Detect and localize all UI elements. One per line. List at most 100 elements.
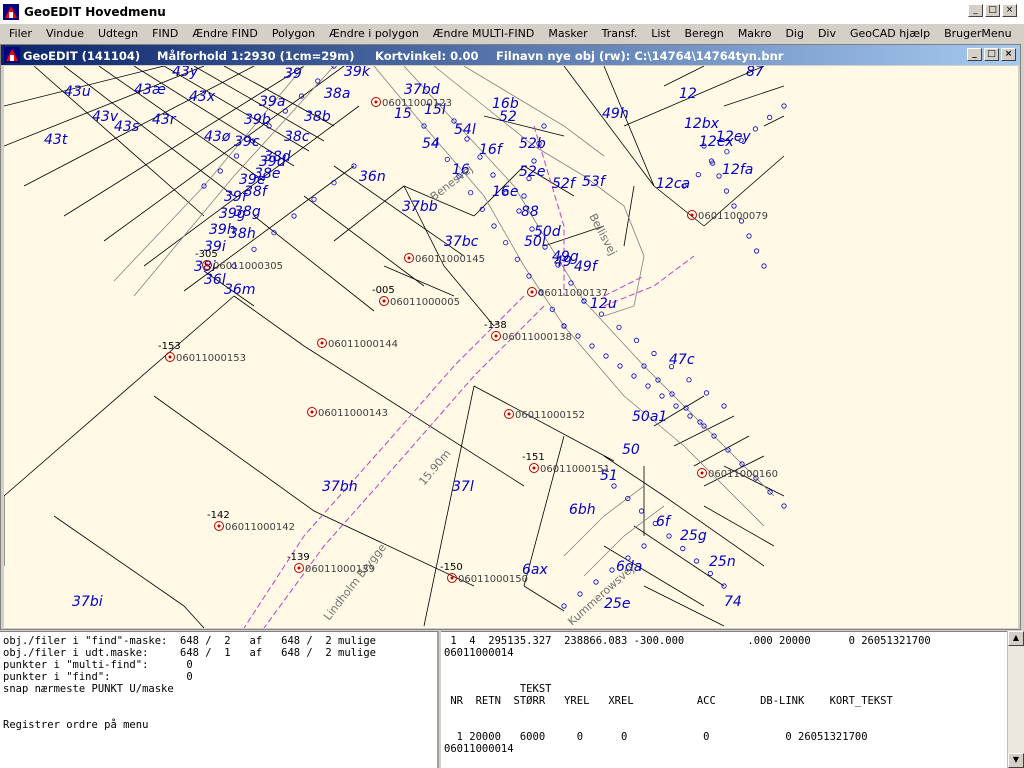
parcel-label: 37l bbox=[452, 479, 474, 495]
survey-point[interactable]: 06011000143 bbox=[307, 407, 389, 420]
parcel-label: 52 bbox=[499, 109, 517, 125]
parcel-label: 36n bbox=[359, 169, 386, 185]
menu-item[interactable]: Polygon bbox=[265, 27, 322, 40]
survey-point[interactable]: 06011000153-153 bbox=[158, 341, 246, 364]
vertex-point bbox=[651, 350, 657, 357]
log-line: punkter i "find": 0 bbox=[3, 671, 193, 683]
survey-point[interactable]: 06011000151-151 bbox=[522, 452, 610, 475]
menu-item[interactable]: Udtegn bbox=[91, 27, 145, 40]
vertex-point bbox=[686, 377, 692, 383]
survey-point[interactable]: 06011000079 bbox=[687, 210, 769, 223]
menu-item[interactable]: GeoCAD hjælp bbox=[843, 27, 937, 40]
vertex-point bbox=[707, 570, 713, 577]
survey-point-id: 06011000144 bbox=[328, 339, 398, 350]
child-close-icon[interactable]: × bbox=[1001, 48, 1016, 61]
menu-item[interactable]: Beregn bbox=[677, 27, 730, 40]
scroll-down-icon[interactable]: ▼ bbox=[1008, 753, 1024, 768]
vertex-point bbox=[531, 158, 537, 164]
menu-item[interactable]: FIND bbox=[145, 27, 185, 40]
survey-point-id: 06011000145 bbox=[415, 254, 485, 265]
survey-point-code: -153 bbox=[158, 341, 181, 352]
menu-item[interactable]: Ændre i polygon bbox=[322, 27, 426, 40]
menu-item[interactable]: Vindue bbox=[39, 27, 91, 40]
info-scrollbar[interactable]: ▲ ▼ bbox=[1007, 631, 1024, 768]
map-canvas[interactable]: 43u 43v 43t 43s 43r 43y 43x 43æ 43ø 39 39a 39b 39c 39… bbox=[4, 66, 1018, 628]
close-icon[interactable]: × bbox=[1002, 4, 1017, 17]
vertex-point bbox=[575, 333, 581, 339]
menu-item[interactable]: Div bbox=[811, 27, 843, 40]
vertex-point bbox=[761, 263, 767, 269]
vertex-point bbox=[723, 188, 730, 194]
vertex-point bbox=[541, 123, 547, 129]
map-drawing[interactable]: 43u43v43t43s 43r43y43x43æ43ø3939a39b39c39… bbox=[4, 66, 1018, 628]
parcel-label: 36m bbox=[224, 282, 255, 298]
survey-point[interactable]: 06011000150-150 bbox=[440, 562, 528, 585]
parcel-label: 38h bbox=[229, 226, 256, 242]
survey-point-dot bbox=[690, 213, 694, 217]
status-log-pane: obj./filer i "find"-maske: 648 / 2 af 64… bbox=[0, 631, 439, 768]
survey-point[interactable]: 06011000144 bbox=[317, 338, 399, 351]
parcel-label: 49h bbox=[602, 106, 629, 122]
child-maximize-icon[interactable]: □ bbox=[984, 48, 999, 61]
parcel-label: 52b bbox=[519, 136, 546, 152]
parcel-label: 12fa bbox=[722, 162, 753, 178]
child-minimize-icon[interactable]: _ bbox=[967, 48, 982, 61]
parcel-label: 39k bbox=[344, 66, 371, 80]
survey-point-dot bbox=[374, 100, 378, 104]
survey-point[interactable]: 06011000152 bbox=[504, 409, 586, 422]
parcel-label: 54 bbox=[422, 136, 440, 152]
scroll-up-icon[interactable]: ▲ bbox=[1008, 631, 1024, 646]
log-line: 06011000014 bbox=[444, 743, 514, 755]
log-line: 1 20000 6000 0 0 0 0 26051321700 bbox=[444, 731, 868, 743]
menu-item[interactable]: Ændre MULTI-FIND bbox=[426, 27, 542, 40]
survey-point[interactable]: 06011000160 bbox=[697, 468, 779, 481]
survey-point[interactable]: 06011000139-139 bbox=[287, 552, 375, 575]
menu-item[interactable]: Filer bbox=[2, 27, 39, 40]
vertex-point bbox=[514, 256, 520, 262]
vertex-point bbox=[716, 173, 722, 179]
vertex-point bbox=[593, 579, 599, 585]
menu-item[interactable]: List bbox=[644, 27, 677, 40]
parcel-label: 52f bbox=[552, 176, 577, 192]
map-window-name: GeoEDIT (141104) bbox=[23, 49, 141, 63]
vertex-point bbox=[746, 233, 752, 239]
parcel-labels: 43u43v43t43s 43r43y43x43æ43ø3939a39b39c39… bbox=[44, 66, 764, 612]
maximize-icon[interactable]: □ bbox=[985, 4, 1000, 17]
parcel-label: 25g bbox=[680, 528, 707, 544]
vertex-point bbox=[781, 103, 787, 109]
menu-item[interactable]: Masker bbox=[541, 27, 594, 40]
parcel-label: 37bc bbox=[444, 234, 479, 250]
log-line: Registrer ordre på menu bbox=[3, 719, 149, 731]
vertex-point bbox=[468, 190, 474, 196]
parcel-label: 38d bbox=[264, 149, 291, 165]
survey-point[interactable]: 06011000005-005 bbox=[372, 285, 460, 308]
survey-point[interactable]: 06011000142-142 bbox=[207, 510, 295, 533]
menu-item[interactable]: Makro bbox=[731, 27, 779, 40]
parcel-label: 12ey bbox=[716, 129, 751, 145]
map-window-titlebar: GeoEDIT (141104) Målforhold 1:2930 (1cm=… bbox=[1, 45, 1020, 65]
minimize-icon[interactable]: _ bbox=[968, 4, 983, 17]
survey-point-dot bbox=[382, 299, 386, 303]
vertex-point bbox=[638, 508, 645, 514]
menu-item[interactable]: Transf. bbox=[595, 27, 645, 40]
parcel-label: 36l bbox=[204, 272, 226, 288]
vertex-point bbox=[311, 196, 317, 202]
menu-item[interactable]: Ændre FIND bbox=[185, 27, 264, 40]
menu-item[interactable]: Dig bbox=[778, 27, 811, 40]
vertex-point bbox=[721, 403, 727, 409]
survey-point-dot bbox=[310, 410, 314, 414]
vertex-point bbox=[673, 403, 679, 409]
map-angle: Kortvinkel: 0.00 bbox=[375, 49, 479, 63]
survey-point-dot bbox=[450, 576, 454, 580]
survey-point[interactable]: 06011000123 bbox=[371, 97, 453, 110]
survey-point[interactable]: 06011000137 bbox=[527, 287, 609, 300]
survey-point-id: 06011000150 bbox=[458, 574, 528, 585]
survey-point[interactable]: 06011000138-138 bbox=[484, 320, 572, 343]
parcel-label: 50 bbox=[622, 442, 640, 458]
vertex-point bbox=[503, 240, 509, 246]
parcel-label: 52e bbox=[519, 164, 545, 180]
menu-item[interactable]: BrugerMenu bbox=[937, 27, 1019, 40]
survey-point[interactable]: 06011000145 bbox=[404, 253, 486, 266]
vertex-point bbox=[598, 311, 605, 317]
vertex-point bbox=[444, 156, 450, 162]
